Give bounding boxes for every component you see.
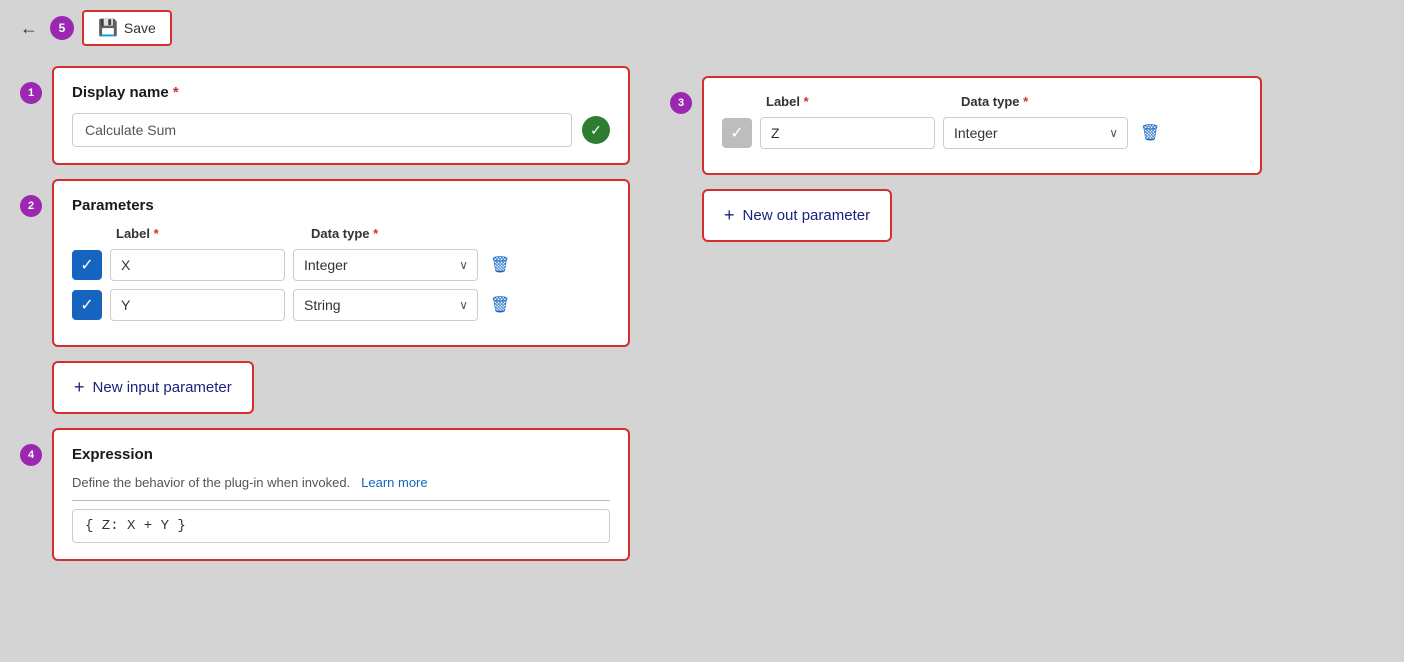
required-star-display: * — [173, 84, 179, 101]
expression-content: Expression Define the behavior of the pl… — [52, 428, 630, 561]
new-out-param-button[interactable]: + New out parameter — [702, 189, 892, 242]
expression-title: Expression — [72, 446, 610, 463]
parameters-content: Parameters Label * Data type * ✓ — [52, 179, 630, 347]
display-name-section: 1 Display name * ✓ — [20, 66, 630, 165]
out-datatype-header: Data type * — [961, 94, 1028, 109]
out-param-type-z[interactable]: Integer String Boolean — [943, 117, 1128, 149]
plus-icon-input: + — [74, 377, 85, 398]
expression-desc: Define the behavior of the plug-in when … — [72, 475, 610, 490]
left-panel: 1 Display name * ✓ 2 — [20, 66, 630, 561]
expression-section: 4 Expression Define the behavior of the … — [20, 428, 630, 561]
out-params-wrapper: 3 Label * Data type * — [670, 76, 1384, 242]
checkbox-z[interactable]: ✓ — [722, 118, 752, 148]
out-label-header: Label * — [766, 94, 961, 109]
valid-checkmark: ✓ — [582, 116, 610, 144]
out-params-card: Label * Data type * ✓ — [702, 76, 1262, 175]
parameters-card: Parameters Label * Data type * ✓ — [52, 179, 630, 347]
checkbox-x[interactable]: ✓ — [72, 250, 102, 280]
delete-y-button[interactable]: 🗑 — [486, 291, 514, 319]
param-row-x: ✓ Integer String Boolean 🗑 — [72, 249, 610, 281]
display-name-input[interactable] — [72, 113, 572, 147]
select-wrapper-y: Integer String Boolean — [293, 289, 478, 321]
checkbox-y[interactable]: ✓ — [72, 290, 102, 320]
parameters-title: Parameters — [72, 197, 610, 214]
display-name-row: ✓ — [72, 113, 610, 147]
parameters-section: 2 Parameters Label * Data type * — [20, 179, 630, 347]
step-badge-1: 1 — [20, 82, 42, 104]
param-label-y[interactable] — [110, 289, 285, 321]
param-type-x[interactable]: Integer String Boolean — [293, 249, 478, 281]
new-input-param-button[interactable]: + New input parameter — [52, 361, 254, 414]
new-input-param-label: New input parameter — [93, 379, 232, 396]
delete-x-button[interactable]: 🗑 — [486, 251, 514, 279]
out-params-header: Label * Data type * — [722, 94, 1242, 109]
step-badge-2: 2 — [20, 195, 42, 217]
params-header: Label * Data type * — [72, 226, 610, 241]
plus-icon-out: + — [724, 205, 735, 226]
out-param-label-z[interactable] — [760, 117, 935, 149]
out-select-wrapper-z: Integer String Boolean — [943, 117, 1128, 149]
display-name-card: Display name * ✓ — [52, 66, 630, 165]
toolbar: ← 5 💾 Save — [0, 0, 1404, 56]
display-name-title: Display name * — [72, 84, 610, 101]
param-type-y[interactable]: Integer String Boolean — [293, 289, 478, 321]
step-badge-3: 3 — [670, 92, 692, 114]
expression-input[interactable] — [72, 509, 610, 543]
delete-z-button[interactable]: 🗑 — [1136, 119, 1164, 147]
out-param-row-z: ✓ Integer String Boolean 🗑 — [722, 117, 1242, 149]
select-wrapper-x: Integer String Boolean — [293, 249, 478, 281]
new-out-param-label: New out parameter — [743, 207, 871, 224]
label-header: Label * — [116, 226, 311, 241]
expression-divider — [72, 500, 610, 501]
back-icon: ← — [20, 18, 38, 39]
out-params-content: Label * Data type * ✓ — [702, 76, 1384, 242]
param-row-y: ✓ Integer String Boolean 🗑 — [72, 289, 610, 321]
right-panel: 3 Label * Data type * — [670, 66, 1384, 561]
step-badge-5: 5 — [50, 16, 74, 40]
learn-more-link[interactable]: Learn more — [361, 475, 427, 490]
main-layout: 1 Display name * ✓ 2 — [0, 56, 1404, 571]
display-name-content: Display name * ✓ — [52, 66, 630, 165]
expression-card: Expression Define the behavior of the pl… — [52, 428, 630, 561]
back-button[interactable]: ← — [16, 14, 42, 43]
save-button[interactable]: 💾 Save — [82, 10, 172, 46]
datatype-header: Data type * — [311, 226, 378, 241]
step-badge-4: 4 — [20, 444, 42, 466]
save-label: Save — [124, 20, 156, 36]
param-label-x[interactable] — [110, 249, 285, 281]
save-icon: 💾 — [98, 18, 118, 38]
